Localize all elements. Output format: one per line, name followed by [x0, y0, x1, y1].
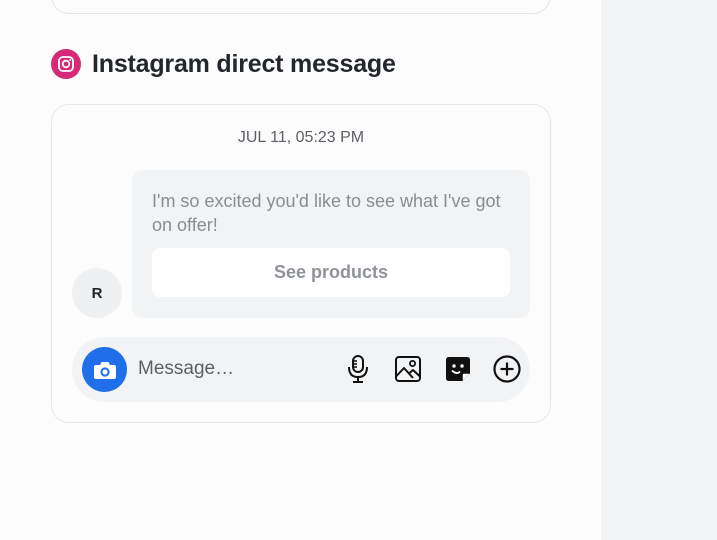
sticker-icon[interactable] — [443, 354, 473, 384]
see-products-button[interactable]: See products — [152, 248, 510, 297]
section-header: Instagram direct message — [51, 48, 396, 80]
avatar: R — [72, 268, 122, 318]
message-text: I'm so excited you'd like to see what I'… — [152, 191, 501, 235]
image-icon[interactable] — [393, 354, 423, 384]
message-bubble: I'm so excited you'd like to see what I'… — [132, 170, 530, 318]
avatar-initial: R — [91, 284, 103, 302]
message-timestamp: JUL 11, 05:23 PM — [237, 129, 365, 146]
add-circle-icon[interactable] — [492, 354, 522, 384]
camera-button[interactable] — [82, 347, 127, 392]
instagram-icon — [51, 49, 81, 79]
right-panel — [601, 0, 717, 540]
message-input[interactable] — [138, 353, 328, 385]
section-title: Instagram direct message — [92, 49, 396, 78]
main-panel: Instagram direct message JUL 11, 05:23 P… — [0, 0, 601, 540]
previous-preview-card — [51, 0, 551, 14]
dm-preview-card: JUL 11, 05:23 PM R I'm so excited you'd … — [51, 104, 551, 423]
message-composer — [72, 337, 530, 402]
microphone-icon[interactable] — [343, 354, 373, 384]
camera-icon — [93, 360, 117, 380]
